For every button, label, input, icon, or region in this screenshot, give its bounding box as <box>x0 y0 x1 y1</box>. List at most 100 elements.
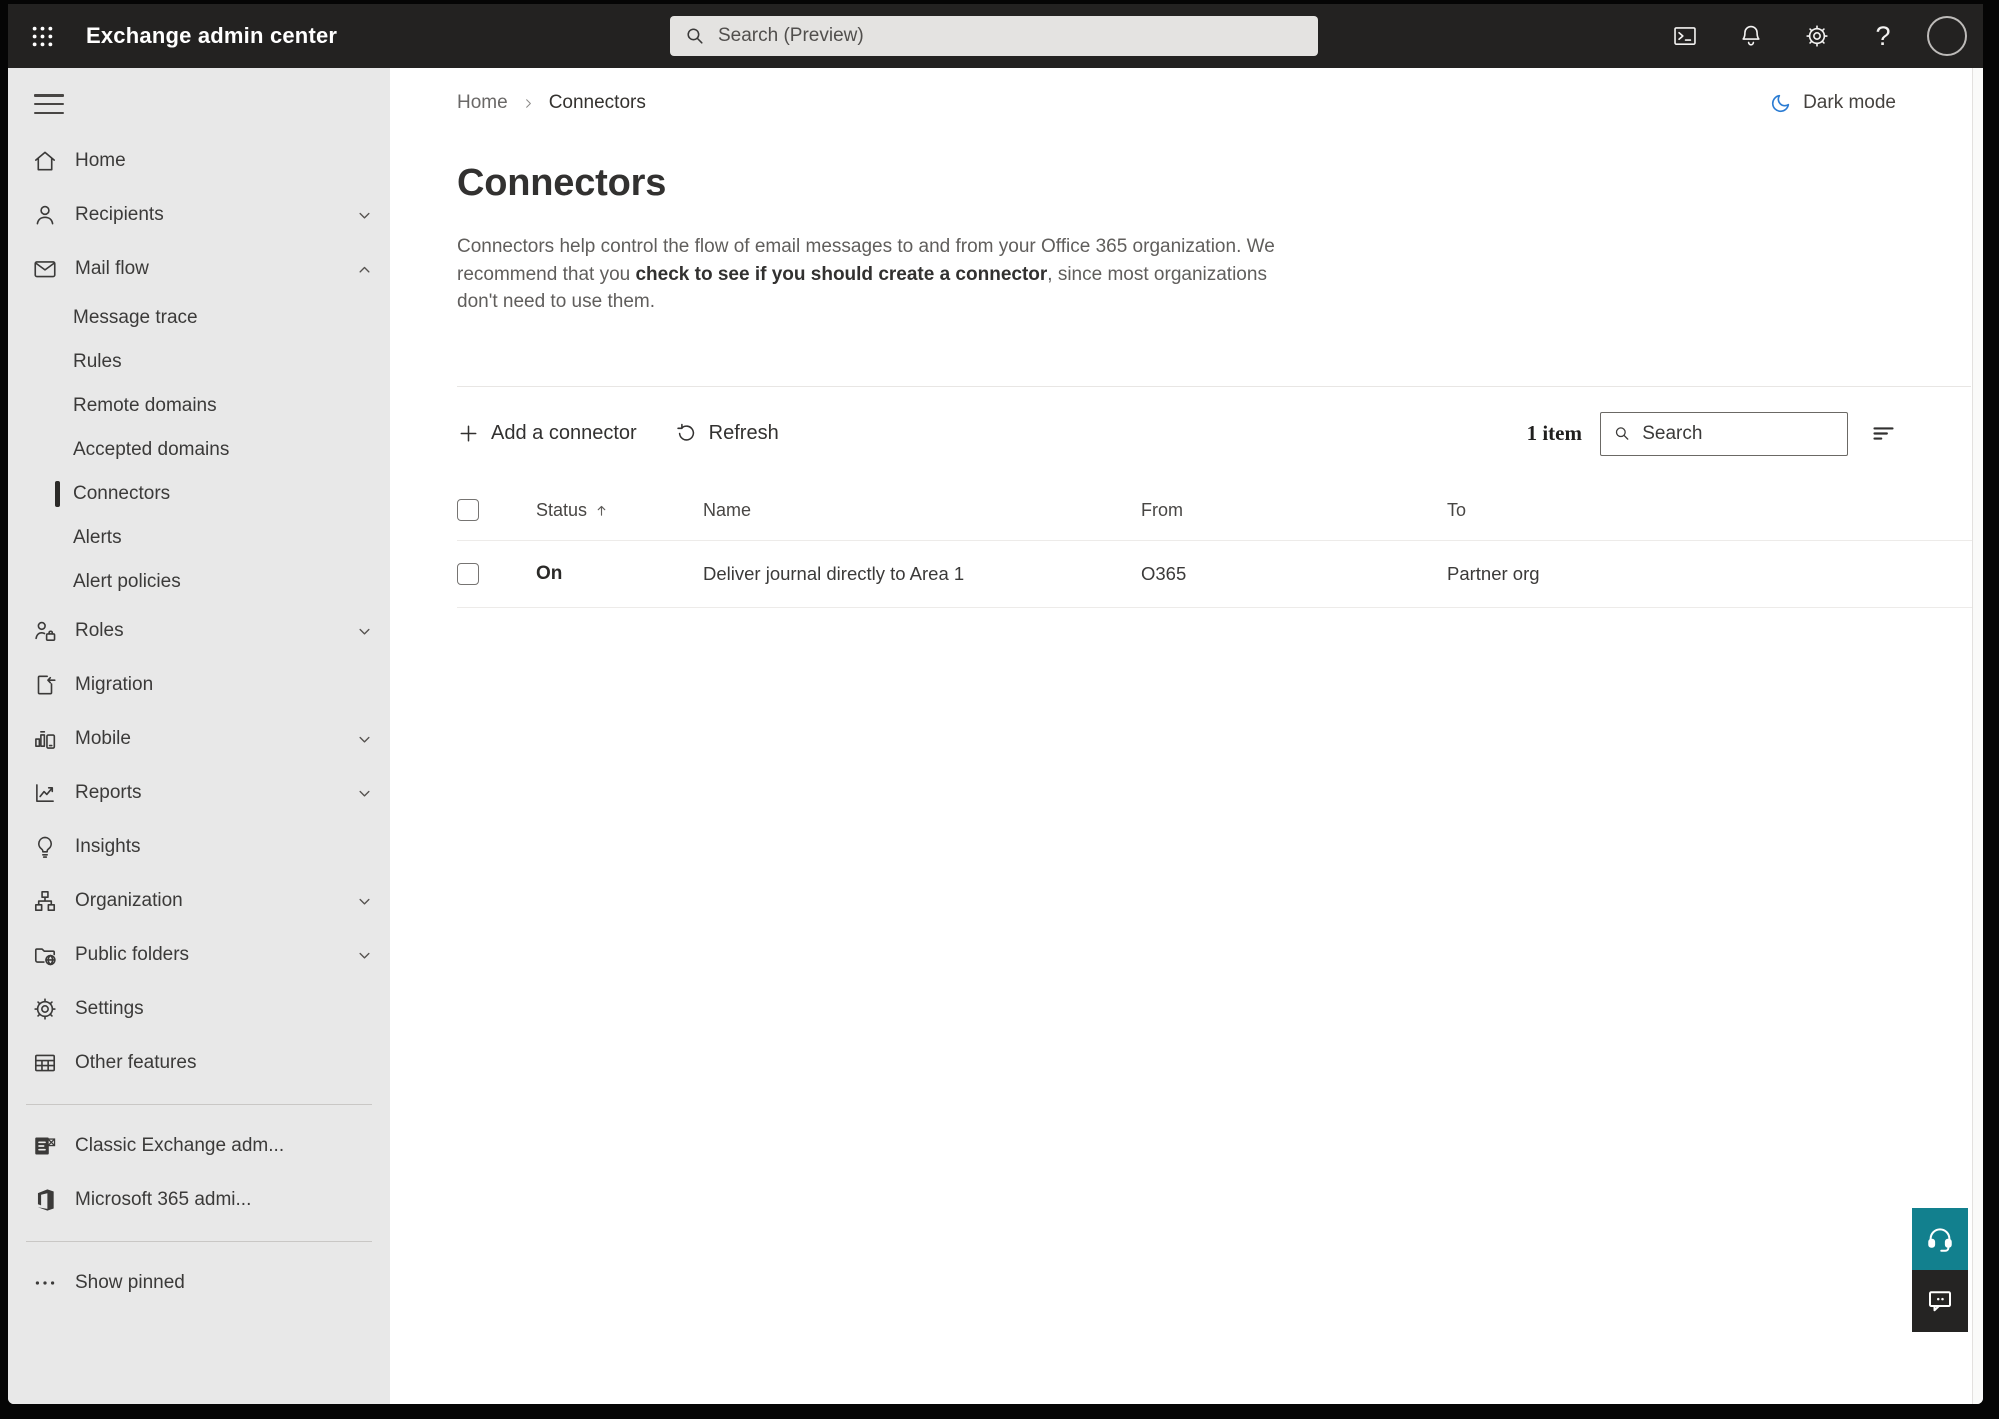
dark-mode-label: Dark mode <box>1803 92 1896 113</box>
sidebar-item-alerts[interactable]: Alerts <box>8 516 390 560</box>
breadcrumb-separator-icon <box>521 96 536 111</box>
sort-ascending-icon <box>594 503 609 518</box>
app-launcher-button[interactable] <box>16 4 68 68</box>
row-checkbox[interactable] <box>457 562 479 585</box>
main-content: Home Connectors Dark mode Connectors Con… <box>390 68 1972 1404</box>
sidebar-item-label: Accepted domains <box>73 439 230 460</box>
feedback-chat-button[interactable] <box>1912 1270 1968 1332</box>
collapse-nav-button[interactable] <box>34 94 64 114</box>
roles-icon <box>32 618 58 644</box>
settings-icon <box>32 996 58 1022</box>
help-button[interactable]: ? <box>1861 14 1905 58</box>
add-connector-label: Add a connector <box>491 422 637 444</box>
sidebar-item-migration[interactable]: Migration <box>8 658 390 712</box>
sidebar-item-reports[interactable]: Reports <box>8 766 390 820</box>
page-description: Connectors help control the flow of emai… <box>457 233 1309 316</box>
filter-icon <box>1870 420 1897 447</box>
refresh-label: Refresh <box>708 422 779 444</box>
bell-icon <box>1738 23 1764 49</box>
filter-button[interactable] <box>1866 417 1900 451</box>
global-search-input[interactable] <box>718 25 1304 47</box>
chevron-down-icon <box>355 946 374 965</box>
sidebar-item-label: Other features <box>75 1052 197 1073</box>
sidebar-item-label: Settings <box>75 998 144 1019</box>
column-header-to[interactable]: To <box>1447 500 1972 521</box>
chevron-down-icon <box>355 730 374 749</box>
sidebar-item-label: Reports <box>75 782 142 803</box>
reports-icon <box>32 780 58 806</box>
sidebar-item-label: Alerts <box>73 527 122 548</box>
sidebar-item-insights[interactable]: Insights <box>8 820 390 874</box>
floating-action-buttons <box>1912 1208 1968 1332</box>
list-toolbar: Add a connector Refresh 1 item <box>457 387 1972 481</box>
sidebar-item-mail-flow[interactable]: Mail flow <box>8 242 390 296</box>
exchange-admin-window: Exchange admin center ? Home Recipients Ma… <box>8 4 1983 1404</box>
sidebar-item-label: Home <box>75 150 126 171</box>
sidebar-item-roles[interactable]: Roles <box>8 604 390 658</box>
sidebar-item-alert-policies[interactable]: Alert policies <box>8 560 390 604</box>
refresh-icon <box>675 422 698 445</box>
list-search-box[interactable] <box>1600 411 1848 456</box>
search-icon <box>684 25 706 47</box>
sidebar-item-recipients[interactable]: Recipients <box>8 188 390 242</box>
account-avatar[interactable] <box>1927 16 1967 56</box>
column-header-from[interactable]: From <box>1141 500 1447 521</box>
vertical-scrollbar[interactable] <box>1972 68 1983 1404</box>
public-folders-icon <box>32 942 58 968</box>
sidebar-item-show-pinned[interactable]: Show pinned <box>8 1256 390 1310</box>
sidebar-item-label: Rules <box>73 351 122 372</box>
cell-to: Partner org <box>1447 562 1540 584</box>
sidebar-item-label: Mail flow <box>75 258 149 279</box>
sidebar-item-label: Microsoft 365 admi... <box>75 1189 252 1210</box>
select-all-checkbox[interactable] <box>457 499 479 521</box>
sidebar-item-classic-exchange[interactable]: Classic Exchange adm... <box>8 1119 390 1173</box>
sidebar-item-rules[interactable]: Rules <box>8 340 390 384</box>
insights-icon <box>32 834 58 860</box>
left-navigation: Home Recipients Mail flow Message trace Rule… <box>8 68 390 1404</box>
sidebar-item-settings[interactable]: Settings <box>8 982 390 1036</box>
mailflow-icon <box>32 256 58 282</box>
column-header-status[interactable]: Status <box>536 500 703 521</box>
dark-mode-toggle[interactable]: Dark mode <box>1769 90 1896 116</box>
chevron-down-icon <box>355 206 374 225</box>
refresh-button[interactable]: Refresh <box>675 422 779 445</box>
sidebar-item-organization[interactable]: Organization <box>8 874 390 928</box>
global-search-box[interactable] <box>670 16 1318 56</box>
gear-icon <box>1804 23 1830 49</box>
sidebar-item-connectors[interactable]: Connectors <box>8 472 390 516</box>
moon-icon <box>1769 92 1792 115</box>
support-button[interactable] <box>1912 1208 1968 1270</box>
notifications-button[interactable] <box>1729 14 1773 58</box>
sidebar-item-label: Show pinned <box>75 1272 185 1293</box>
sidebar-item-microsoft-365[interactable]: Microsoft 365 admi... <box>8 1173 390 1227</box>
cloud-shell-button[interactable] <box>1663 14 1707 58</box>
sidebar-item-message-trace[interactable]: Message trace <box>8 296 390 340</box>
description-emphasis: check to see if you should create a conn… <box>635 263 1048 285</box>
question-mark-icon: ? <box>1875 20 1891 51</box>
table-header-row: Status Name From To <box>457 481 1972 540</box>
sidebar-item-label: Roles <box>75 620 124 641</box>
app-title: Exchange admin center <box>86 23 338 48</box>
add-connector-button[interactable]: Add a connector <box>457 422 637 445</box>
app-top-bar: Exchange admin center ? <box>8 4 1983 68</box>
chevron-down-icon <box>355 892 374 911</box>
sidebar-item-accepted-domains[interactable]: Accepted domains <box>8 428 390 472</box>
cell-name: Deliver journal directly to Area 1 <box>703 562 965 584</box>
sidebar-item-home[interactable]: Home <box>8 134 390 188</box>
home-icon <box>32 148 58 174</box>
headset-icon <box>1925 1224 1955 1254</box>
sidebar-item-mobile[interactable]: Mobile <box>8 712 390 766</box>
sidebar-item-other-features[interactable]: Other features <box>8 1036 390 1090</box>
settings-button[interactable] <box>1795 14 1839 58</box>
sidebar-item-label: Organization <box>75 890 183 911</box>
sidebar-item-label: Message trace <box>73 307 198 328</box>
sidebar-item-label: Remote domains <box>73 395 217 416</box>
sidebar-item-public-folders[interactable]: Public folders <box>8 928 390 982</box>
column-header-name[interactable]: Name <box>703 500 1141 521</box>
breadcrumb-home-link[interactable]: Home <box>457 92 508 114</box>
sidebar-item-remote-domains[interactable]: Remote domains <box>8 384 390 428</box>
sidebar-item-label: Alert policies <box>73 571 181 592</box>
list-search-input[interactable] <box>1642 422 1835 445</box>
sidebar-item-label: Classic Exchange adm... <box>75 1135 285 1156</box>
table-row[interactable]: On Deliver journal directly to Area 1 O3… <box>457 539 1972 608</box>
